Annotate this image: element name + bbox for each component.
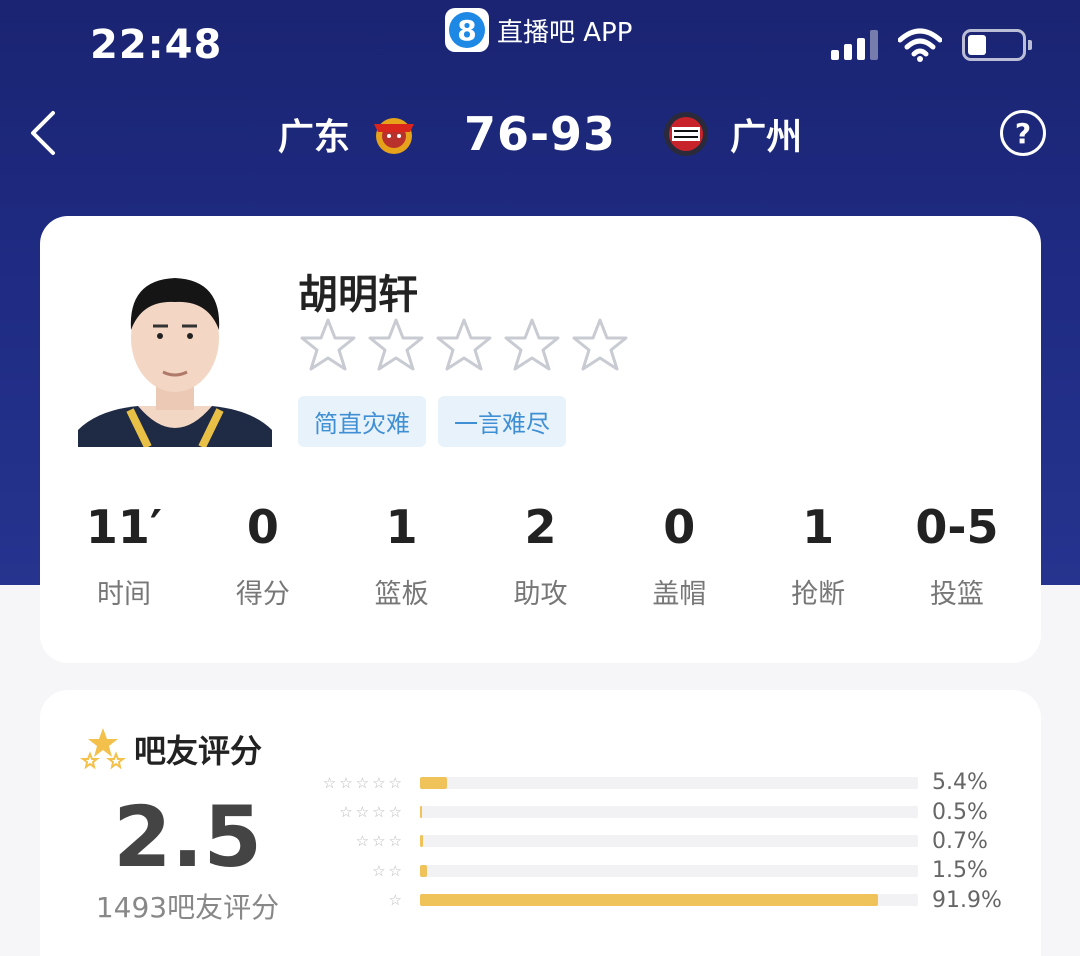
stat-item: 1 抢断: [758, 500, 878, 611]
star-icon[interactable]: [502, 316, 562, 376]
stat-label: 盖帽: [652, 579, 707, 610]
distribution-row: ☆ ☆ ☆ ☆ ☆ 5.4%: [302, 768, 1012, 797]
stat-item: 11′ 时间: [64, 500, 184, 611]
distribution-row: ☆ ☆ ☆ ☆ 0.5%: [302, 797, 1012, 826]
distribution-percent: 0.5%: [932, 799, 988, 825]
distribution-bar-track: [420, 894, 918, 907]
distribution-bar: [420, 806, 423, 819]
small-star-icon: ☆: [339, 803, 353, 822]
stat-value: 0-5: [915, 500, 999, 554]
star-icon[interactable]: [366, 316, 426, 376]
distribution-percent: 0.7%: [932, 828, 988, 854]
stars-icon: [80, 728, 126, 770]
distribution-bar-track: [420, 776, 918, 789]
stat-value: 11′: [85, 500, 163, 554]
star-icon[interactable]: [298, 316, 358, 376]
app-badge[interactable]: 8 直播吧 APP: [445, 8, 632, 52]
stat-label: 得分: [235, 579, 290, 610]
stat-item: 0 得分: [203, 500, 323, 611]
small-star-icon: ☆: [339, 773, 353, 792]
small-star-icon: ☆: [388, 803, 402, 822]
player-tag[interactable]: 简直灾难: [298, 396, 426, 447]
small-star-icon: ☆: [372, 773, 386, 792]
small-star-icon: ☆: [388, 832, 402, 851]
fan-rating-title: 吧友评分: [134, 732, 263, 770]
small-star-icon: ☆: [355, 773, 370, 792]
stat-label: 篮板: [374, 579, 429, 610]
stat-value: 0: [663, 500, 696, 554]
distribution-percent: 5.4%: [932, 770, 988, 796]
fan-rating-card: 吧友评分 2.5 1493吧友评分 ☆ ☆ ☆ ☆ ☆ 5.4% ☆ ☆ ☆ ☆ 0.5% ☆ ☆ ☆ 0.…: [40, 690, 1041, 956]
signal-icon: [831, 30, 878, 60]
guangzhou-loong-lions-logo: [656, 109, 716, 159]
distribution-stars: ☆ ☆: [302, 862, 402, 880]
distribution-row: ☆ 91.9%: [302, 886, 1012, 915]
rating-distribution: ☆ ☆ ☆ ☆ ☆ 5.4% ☆ ☆ ☆ ☆ 0.5% ☆ ☆ ☆ 0.7% ☆ ☆ 1.5% ☆ 91.9%: [302, 768, 1012, 915]
fan-rating-count: 1493吧友评分: [95, 891, 280, 924]
help-button[interactable]: ?: [1000, 110, 1046, 156]
fan-rating-score: 2.5: [113, 788, 262, 886]
stat-value: 0: [246, 500, 279, 554]
stat-value: 1: [385, 500, 418, 554]
stat-value: 2: [524, 500, 557, 554]
star-icon[interactable]: [434, 316, 494, 376]
question-icon: ?: [1014, 116, 1032, 150]
distribution-bar-track: [420, 806, 918, 819]
distribution-stars: ☆ ☆ ☆ ☆: [302, 803, 402, 821]
home-team-name: 广东: [277, 117, 350, 158]
stat-value: 1: [802, 500, 835, 554]
app-name: 直播吧 APP: [497, 17, 633, 48]
wifi-icon: [898, 28, 942, 62]
distribution-percent: 91.9%: [932, 887, 1002, 913]
player-avatar: [78, 260, 272, 447]
distribution-percent: 1.5%: [932, 858, 988, 884]
distribution-bar: [420, 835, 424, 848]
stat-label: 抢断: [791, 579, 846, 610]
small-star-icon: ☆: [372, 832, 386, 851]
small-star-icon: ☆: [388, 861, 402, 880]
stat-item: 0 盖帽: [619, 500, 739, 611]
distribution-bar: [420, 894, 878, 907]
small-star-icon: ☆: [322, 773, 337, 792]
small-star-icon: ☆: [355, 832, 370, 851]
player-stats: 11′ 时间 0 得分 1 篮板 2 助攻 0 盖帽 1 抢断 0-5 投篮: [64, 500, 1017, 611]
stat-label: 助攻: [513, 579, 568, 610]
stat-label: 投篮: [929, 579, 984, 610]
player-rating-stars: [298, 316, 630, 376]
away-team-name: 广州: [730, 117, 803, 158]
distribution-row: ☆ ☆ 1.5%: [302, 856, 1012, 885]
app-logo-icon: 8: [445, 8, 489, 52]
guangdong-tigers-logo: [364, 109, 424, 159]
distribution-row: ☆ ☆ ☆ 0.7%: [302, 827, 1012, 856]
player-tag[interactable]: 一言难尽: [438, 396, 566, 447]
small-star-icon: ☆: [388, 773, 402, 792]
stat-item: 0-5 投篮: [897, 500, 1017, 611]
distribution-bar: [420, 864, 428, 877]
small-star-icon: ☆: [388, 891, 402, 910]
player-card: 胡明轩 简直灾难 一言难尽 11′ 时间 0 得分 1 篮板 2 助攻 0 盖帽 1 抢断 0-5 投篮: [40, 216, 1041, 663]
distribution-bar-track: [420, 835, 918, 848]
distribution-stars: ☆: [302, 891, 402, 909]
distribution-stars: ☆ ☆ ☆: [302, 832, 402, 850]
distribution-bar-track: [420, 864, 918, 877]
small-star-icon: ☆: [372, 861, 386, 880]
player-tags: 简直灾难 一言难尽: [298, 396, 566, 447]
small-star-icon: ☆: [372, 803, 386, 822]
status-time: 22:48: [90, 22, 223, 68]
stat-label: 时间: [97, 579, 151, 610]
stat-item: 2 助攻: [480, 500, 600, 611]
fan-rating-header: 吧友评分: [80, 726, 262, 772]
battery-icon: [962, 29, 1032, 61]
small-star-icon: ☆: [355, 803, 370, 822]
stat-item: 1 篮板: [342, 500, 462, 611]
distribution-bar: [420, 776, 447, 789]
status-icons: [831, 28, 1032, 62]
match-score: 76-93: [463, 107, 617, 161]
match-header: 广东 76-93 广州: [0, 104, 1080, 164]
app-logo-char: 8: [449, 12, 485, 48]
star-icon[interactable]: [570, 316, 630, 376]
distribution-stars: ☆ ☆ ☆ ☆ ☆: [302, 774, 402, 792]
player-name: 胡明轩: [298, 272, 418, 318]
